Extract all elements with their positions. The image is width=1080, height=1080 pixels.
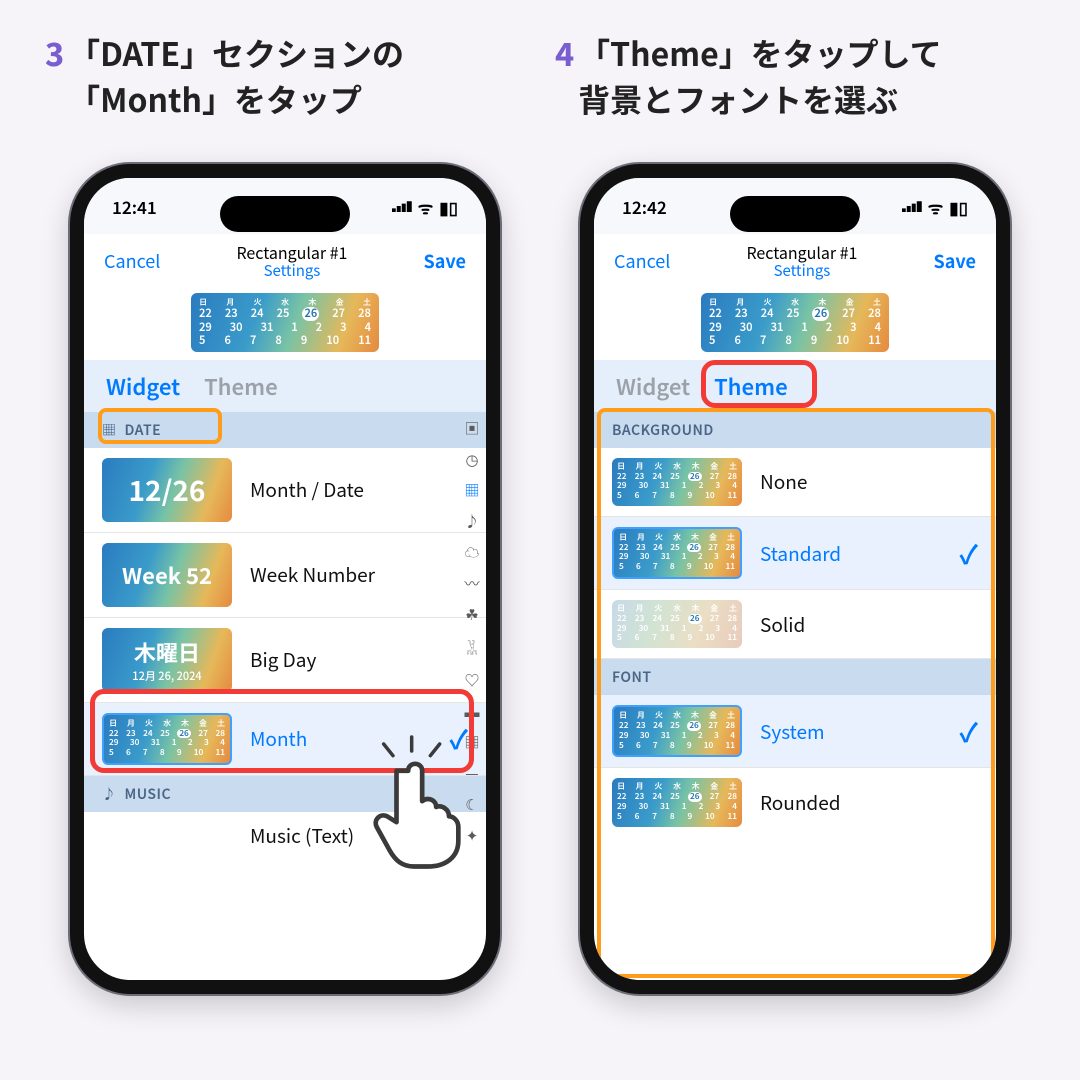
row-bg-solid[interactable]: 日月火水木金土222324252627282930311234567891011…	[594, 590, 996, 659]
thumb-calendar: 日月火水木金土222324252627282930311234567891011	[612, 600, 742, 648]
thumb-calendar: 日月火水木金土222324252627282930311234567891011	[612, 778, 742, 826]
wifi-icon: ᯤ	[418, 194, 434, 219]
thumb-text: 12/26	[129, 470, 206, 510]
phone-mock-right: 12:42 ᯤ ▮▯ Cancel Rectangular #1 Setting…	[580, 164, 1010, 994]
nav-subtitle[interactable]: Settings	[746, 262, 857, 281]
phone-mock-left: 12:41 ᯤ ▮▯ Cancel Rectangular #1 Setting…	[70, 164, 500, 994]
row-bg-none[interactable]: 日月火水木金土222324252627282930311234567891011…	[594, 448, 996, 517]
thumb-calendar: 日月火水木金土222324252627282930311234567891011	[612, 705, 742, 757]
nav-subtitle[interactable]: Settings	[236, 262, 347, 281]
caption-step4: 4 「Theme」をタップして 背景とフォントを選ぶ	[555, 30, 1035, 150]
tab-theme[interactable]: Theme	[714, 370, 788, 402]
step-number: 3	[45, 30, 64, 150]
section-date-label: DATE	[125, 420, 162, 440]
tap-finger-icon	[344, 730, 484, 875]
thumb-sub: 12月 26, 2024	[132, 668, 201, 684]
thumb-text: Week 52	[122, 559, 212, 591]
walk-icon[interactable]: 𓀡	[462, 635, 482, 660]
nav-bar: Cancel Rectangular #1 Settings Save	[84, 234, 486, 287]
row-label: Rounded	[760, 789, 841, 816]
thumb-calendar: 日月火水木金土222324252627282930311234567891011	[612, 527, 742, 579]
screen-left: 12:41 ᯤ ▮▯ Cancel Rectangular #1 Setting…	[84, 178, 486, 980]
tab-bar: Widget Theme	[84, 360, 486, 412]
section-font-label: FONT	[612, 667, 652, 687]
dynamic-island	[220, 196, 350, 232]
thumb-calendar: 日月火水木金土222324252627282930311234567891011	[102, 713, 232, 765]
nav-bar: Cancel Rectangular #1 Settings Save	[594, 234, 996, 287]
row-font-system[interactable]: 日月火水木金土222324252627282930311234567891011…	[594, 695, 996, 768]
battery-side-icon[interactable]: ▬	[462, 701, 482, 722]
thumb-calendar: 日月火水木金土222324252627282930311234567891011	[612, 458, 742, 506]
section-bg-label: BACKGROUND	[612, 420, 714, 440]
row-week-number[interactable]: Week 52 Week Number	[84, 533, 486, 618]
preview-calendar: 日月火水木金土222324252627282930311234567891011	[191, 293, 379, 352]
checkmark-icon: ✓	[959, 535, 978, 572]
step-text: 「Theme」をタップして 背景とフォントを選ぶ	[578, 30, 942, 150]
nav-title: Rectangular #1	[236, 242, 347, 262]
section-music-label: MUSIC	[125, 784, 172, 804]
cancel-button[interactable]: Cancel	[614, 248, 670, 274]
tab-widget[interactable]: Widget	[616, 370, 690, 402]
caption-step3: 3 「DATE」セクションの 「Month」をタップ	[45, 30, 525, 150]
row-label: Standard	[760, 540, 841, 567]
checkmark-icon: ✓	[959, 713, 978, 750]
preview-area: 日月火水木金土222324252627282930311234567891011	[594, 287, 996, 360]
row-font-rounded[interactable]: 日月火水木金土222324252627282930311234567891011…	[594, 768, 996, 836]
row-label: Music (Text)	[250, 822, 354, 849]
status-time: 12:42	[622, 194, 667, 219]
preview-calendar: 日月火水木金土222324252627282930311234567891011	[701, 293, 889, 352]
preview-area: 日月火水木金土222324252627282930311234567891011	[84, 287, 486, 360]
row-label: System	[760, 718, 825, 745]
row-big-day[interactable]: 木曜日12月 26, 2024 Big Day	[84, 618, 486, 703]
row-bg-standard[interactable]: 日月火水木金土222324252627282930311234567891011…	[594, 517, 996, 590]
calendar-icon: ▦	[102, 420, 117, 440]
step-text: 「DATE」セクションの 「Month」をタップ	[68, 30, 404, 150]
cell-signal-icon	[392, 200, 412, 212]
section-date: ▦ DATE	[84, 412, 486, 448]
tab-widget[interactable]: Widget	[106, 370, 180, 402]
wifi-icon: ᯤ	[928, 194, 944, 219]
cancel-button[interactable]: Cancel	[104, 248, 160, 274]
screen-right: 12:42 ᯤ ▮▯ Cancel Rectangular #1 Setting…	[594, 178, 996, 980]
list-right: BACKGROUND 日月火水木金土2223242526272829303112…	[594, 412, 996, 978]
note-icon[interactable]: ♪	[462, 511, 482, 532]
cloud-icon[interactable]: ☁︎	[462, 542, 482, 563]
music-icon: ♪	[102, 784, 117, 804]
row-label: None	[760, 468, 807, 495]
save-button[interactable]: Save	[934, 248, 976, 274]
save-button[interactable]: Save	[424, 248, 466, 274]
step-number: 4	[555, 30, 574, 150]
row-label: Month / Date	[250, 476, 364, 503]
photo-icon[interactable]: ▣	[462, 418, 482, 439]
calendar-mini-icon[interactable]: ▦	[462, 480, 482, 501]
tab-theme[interactable]: Theme	[204, 370, 278, 402]
list-left: ▦ DATE 12/26 Month / Date Week 52 Week N…	[84, 412, 486, 978]
wind-icon[interactable]: 〰	[462, 573, 482, 594]
row-label: Month	[250, 725, 307, 752]
row-label: Week Number	[250, 561, 375, 588]
clock-icon[interactable]: ◷	[462, 449, 482, 470]
row-label: Big Day	[250, 646, 316, 673]
tab-bar: Widget Theme	[594, 360, 996, 412]
row-label: Solid	[760, 611, 805, 638]
status-time: 12:41	[112, 194, 157, 219]
leaf-icon[interactable]: ☘︎	[462, 604, 482, 625]
heart-icon[interactable]: ♡	[462, 670, 482, 691]
battery-icon: ▮▯	[439, 194, 458, 219]
row-month-date[interactable]: 12/26 Month / Date	[84, 448, 486, 533]
section-background: BACKGROUND	[594, 412, 996, 448]
thumb-day: 木曜日	[132, 636, 201, 668]
nav-title: Rectangular #1	[746, 242, 857, 262]
cell-signal-icon	[902, 200, 922, 212]
battery-icon: ▮▯	[949, 194, 968, 219]
dynamic-island	[730, 196, 860, 232]
section-font: FONT	[594, 659, 996, 695]
